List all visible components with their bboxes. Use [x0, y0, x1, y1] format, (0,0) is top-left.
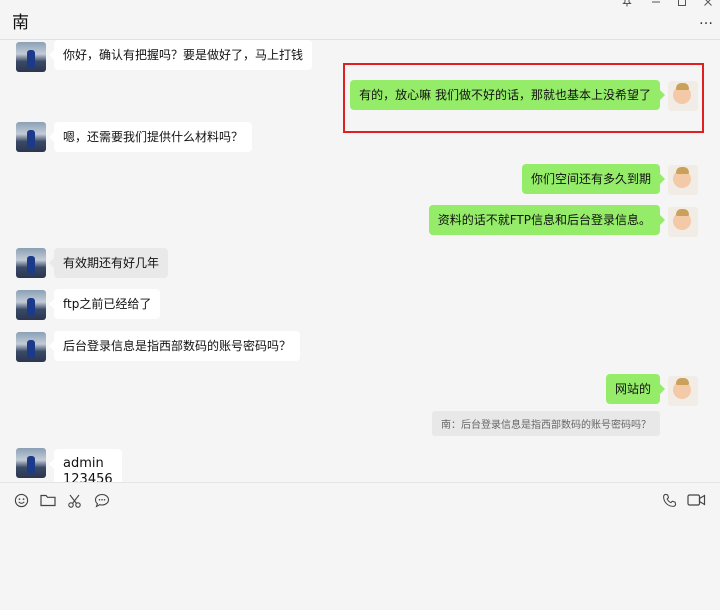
message-bubble-incoming[interactable]: 你好，确认有把握吗？要是做好了，马上打钱: [48, 40, 313, 70]
video-camera-icon[interactable]: [686, 491, 706, 509]
quoted-message[interactable]: 南：后台登录信息是指西部数码的账号密码吗？: [432, 411, 660, 436]
self-avatar[interactable]: [668, 376, 698, 406]
folder-icon[interactable]: [39, 491, 57, 509]
minimize-icon[interactable]: [651, 0, 661, 10]
message-bubble-incoming[interactable]: ftp之前已经给了: [48, 289, 161, 319]
message-bubble-incoming[interactable]: admin 123456: [49, 449, 122, 482]
chat-title: 南: [12, 13, 29, 33]
message-bubble-incoming[interactable]: 有效期还有好几年: [48, 248, 169, 278]
message-bubble-outgoing[interactable]: 你们空间还有多久到期: [521, 164, 666, 194]
contact-avatar[interactable]: [16, 448, 46, 478]
more-options-icon[interactable]: …: [699, 12, 714, 28]
chat-bubble-icon[interactable]: [93, 491, 111, 509]
message-bubble-incoming[interactable]: 后台登录信息是指西部数码的账号密码吗？: [48, 331, 301, 361]
pin-icon[interactable]: [622, 0, 632, 10]
title-bar: 南 …: [0, 0, 720, 40]
close-icon[interactable]: [703, 0, 713, 10]
contact-avatar[interactable]: [16, 290, 46, 320]
maximize-icon[interactable]: [677, 0, 687, 10]
message-bubble-outgoing[interactable]: 资料的话不就FTP信息和后台登录信息。: [428, 205, 666, 235]
message-bubble-incoming[interactable]: 嗯，还需要我们提供什么材料吗？: [48, 122, 253, 152]
message-bubble-outgoing[interactable]: 网站的: [605, 374, 666, 404]
input-area[interactable]: [0, 482, 720, 610]
contact-avatar[interactable]: [16, 332, 46, 362]
highlight-annotation-box: [343, 63, 704, 133]
self-avatar[interactable]: [668, 165, 698, 195]
contact-avatar[interactable]: [16, 42, 46, 72]
phone-icon[interactable]: [660, 491, 678, 509]
emoji-icon[interactable]: [12, 491, 30, 509]
scissors-icon[interactable]: [66, 491, 84, 509]
contact-avatar[interactable]: [16, 122, 46, 152]
contact-avatar[interactable]: [16, 248, 46, 278]
self-avatar[interactable]: [668, 207, 698, 237]
chat-history[interactable]: 你好，确认有把握吗？要是做好了，马上打钱 有的，放心嘛 我们做不好的话，那就也基…: [0, 40, 720, 482]
